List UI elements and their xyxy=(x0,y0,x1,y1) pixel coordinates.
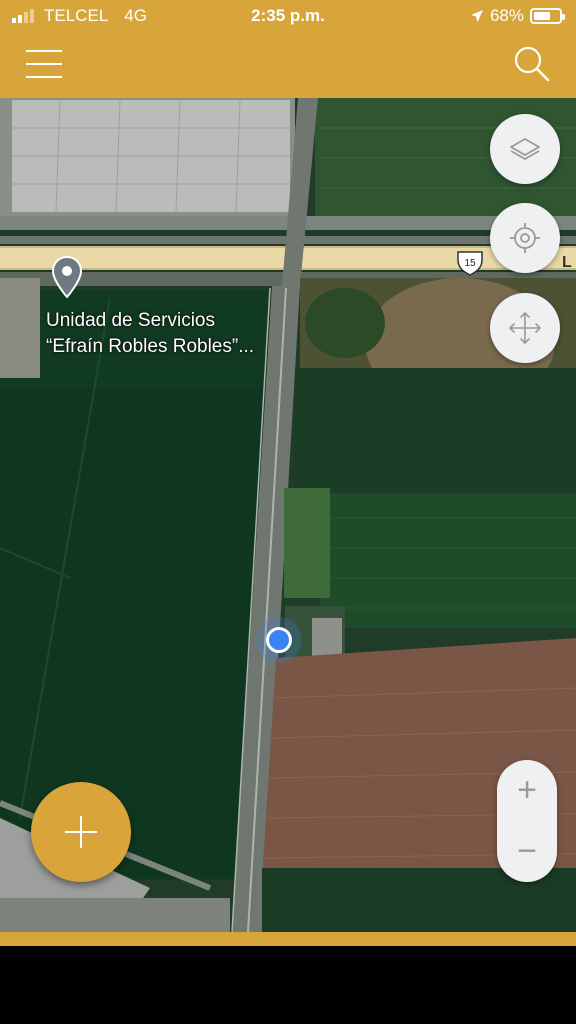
crosshair-locate-icon xyxy=(510,223,540,253)
poi-label[interactable]: Unidad de Servicios “Efraín Robles Roble… xyxy=(46,308,254,360)
search-button[interactable] xyxy=(512,44,552,84)
zoom-out-button[interactable]: − xyxy=(497,821,557,882)
battery-fill xyxy=(534,12,550,20)
location-arrow-icon xyxy=(470,10,483,22)
map-view[interactable]: Unidad de Servicios “Efraín Robles Roble… xyxy=(0,98,576,932)
locate-button[interactable] xyxy=(490,203,560,273)
status-right: 68% xyxy=(470,6,565,26)
zoom-in-button[interactable]: + xyxy=(497,760,557,821)
layers-icon xyxy=(510,138,540,160)
battery-icon xyxy=(530,8,565,24)
app-header: TELCEL 4G 2:35 p.m. 68% xyxy=(0,0,576,98)
plus-icon xyxy=(65,816,97,848)
add-button[interactable] xyxy=(31,782,131,882)
status-bar: TELCEL 4G 2:35 p.m. 68% xyxy=(0,0,576,34)
hamburger-line xyxy=(26,63,62,65)
current-location-dot xyxy=(266,627,292,653)
hamburger-line xyxy=(26,76,62,78)
road-name-partial: L xyxy=(562,254,572,271)
search-icon xyxy=(514,46,550,82)
zoom-control: + − xyxy=(497,760,557,882)
bottom-accent-bar xyxy=(0,932,576,946)
layers-button[interactable] xyxy=(490,114,560,184)
move-button[interactable] xyxy=(490,293,560,363)
menu-button[interactable] xyxy=(26,48,62,80)
highway-number: 15 xyxy=(464,258,476,269)
move-arrows-icon xyxy=(509,312,541,344)
poi-name-line1: Unidad de Servicios xyxy=(46,310,215,331)
hamburger-menu-icon xyxy=(26,50,62,52)
highway-shield-icon: 15 xyxy=(457,251,483,276)
bottom-blank-area xyxy=(0,946,576,1024)
battery-percent: 68% xyxy=(489,6,524,25)
map-pin-icon[interactable] xyxy=(52,256,82,298)
poi-name-line2: “Efraín Robles Robles”... xyxy=(46,336,255,357)
